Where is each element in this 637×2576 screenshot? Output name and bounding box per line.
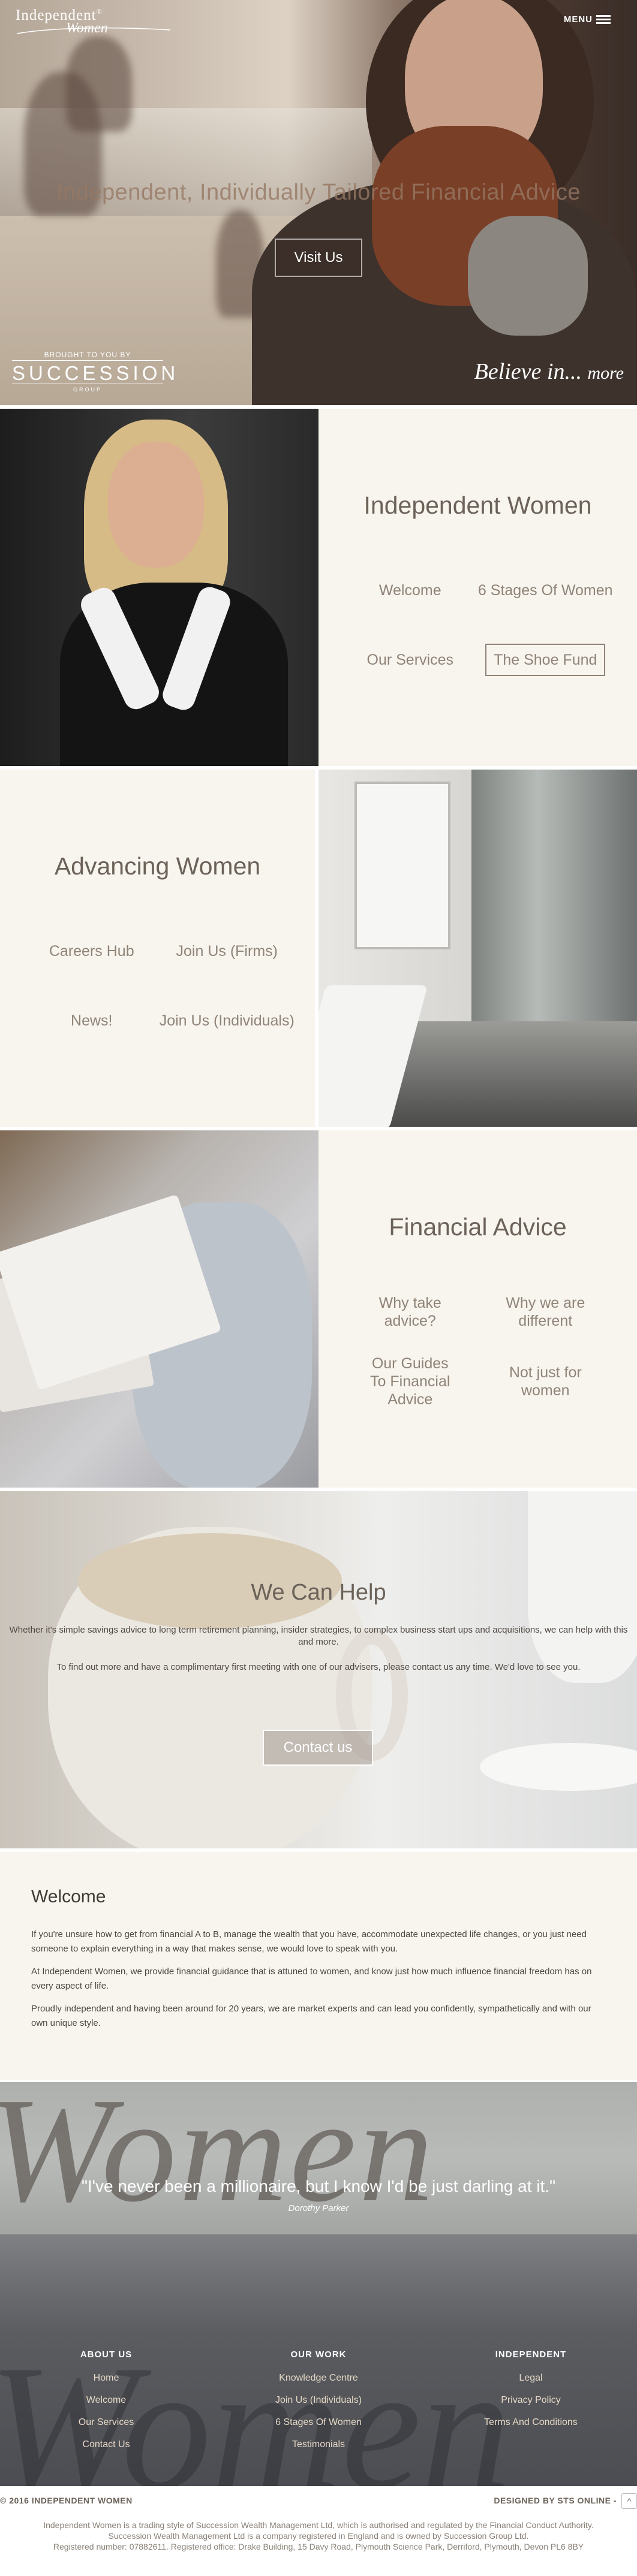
hamburger-icon[interactable] [596, 15, 611, 25]
link-why-take-advice[interactable]: Why take advice? [342, 1277, 478, 1347]
footer-column-our-work: OUR WORK Knowledge Centre Join Us (Indiv… [212, 2349, 425, 2456]
footer-column-independent: INDEPENDENT Legal Privacy Policy Terms A… [425, 2349, 637, 2456]
footer-link-welcome[interactable]: Welcome [0, 2389, 212, 2411]
link-the-shoe-fund[interactable]: The Shoe Fund [478, 625, 614, 695]
legal-line-1: Independent Women is a trading style of … [43, 2520, 594, 2530]
footer-columns: ABOUT US Home Welcome Our Services Conta… [0, 2349, 637, 2456]
succession-group-badge[interactable]: BROUGHT TO YOU BY SUCCESSION GROUP [12, 351, 179, 393]
financial-advice-links: Why take advice? Why we are different Ou… [342, 1277, 613, 1416]
bottom-bar: © 2016 INDEPENDENT WOMEN DESIGNED BY STS… [0, 2486, 637, 2576]
back-to-top-icon[interactable]: ^ [621, 2493, 637, 2509]
welcome-paragraph-3: Proudly independent and having been arou… [31, 2004, 591, 2028]
footer-heading-independent: INDEPENDENT [495, 2349, 567, 2360]
footer-link-6-stages[interactable]: 6 Stages Of Women [212, 2411, 425, 2433]
bottom-row: © 2016 INDEPENDENT WOMEN DESIGNED BY STS… [0, 2493, 637, 2510]
hero-scarf-grey [468, 216, 588, 336]
contact-us-button[interactable]: Contact us [263, 1730, 373, 1766]
footer-column-about: ABOUT US Home Welcome Our Services Conta… [0, 2349, 212, 2456]
footer-link-testimonials[interactable]: Testimonials [212, 2433, 425, 2456]
footer-link-contact-us[interactable]: Contact Us [0, 2433, 212, 2456]
page: Independent® Women MENU Independent, Ind… [0, 0, 637, 2576]
tagline: Believe in... more [474, 358, 624, 385]
hero-banner: Independent® Women MENU Independent, Ind… [0, 0, 637, 405]
welcome-paragraph-1: If you're unsure how to get from financi… [31, 1929, 587, 1954]
link-our-services[interactable]: Our Services [342, 625, 478, 695]
link-why-we-are-different[interactable]: Why we are different [478, 1277, 614, 1347]
visit-us-button[interactable]: Visit Us [275, 239, 362, 277]
legal-text: Independent Women is a trading style of … [0, 2520, 637, 2552]
we-can-help-section: We Can Help Whether it's simple savings … [0, 1491, 637, 1848]
tagline-believe: Believe in... [474, 359, 582, 384]
footer-link-join-us-individuals[interactable]: Join Us (Individuals) [212, 2389, 425, 2411]
site-logo[interactable]: Independent® Women [16, 7, 171, 37]
welcome-section: Welcome If you're unsure how to get from… [0, 1852, 637, 2080]
link-not-just-for-women[interactable]: Not just for women [478, 1347, 614, 1416]
footer-link-privacy-policy[interactable]: Privacy Policy [425, 2389, 637, 2411]
footer-navigation: Women ABOUT US Home Welcome Our Services… [0, 2234, 637, 2486]
menu-button[interactable]: MENU [564, 14, 593, 25]
welcome-title: Welcome [31, 1887, 106, 1907]
footer-heading-our-work: OUR WORK [290, 2349, 347, 2360]
tagline-more: more [587, 363, 624, 383]
independent-women-links: Welcome 6 Stages Of Women Our Services T… [342, 556, 613, 695]
logo-swoosh-icon [16, 27, 171, 34]
succession-brand: SUCCESSION [12, 362, 179, 384]
independent-women-title: Independent Women [363, 491, 592, 519]
welcome-paragraph-2: At Independent Women, we provide financi… [31, 1966, 592, 1991]
we-can-help-title: We Can Help [251, 1580, 386, 1605]
link-welcome[interactable]: Welcome [342, 556, 478, 625]
portrait-image [0, 409, 318, 766]
financial-advice-panel: Financial Advice Why take advice? Why we… [318, 1130, 637, 1488]
designed-by-link[interactable]: DESIGNED BY STS ONLINE - [494, 2496, 617, 2505]
financial-advice-title: Financial Advice [389, 1213, 567, 1241]
footer-link-knowledge-centre[interactable]: Knowledge Centre [212, 2367, 425, 2389]
footer-heading-about: ABOUT US [80, 2349, 133, 2360]
independent-women-section: Independent Women Welcome 6 Stages Of Wo… [0, 409, 637, 766]
quote-text: "I've never been a millionaire, but I kn… [81, 2177, 556, 2195]
book-reading-image [0, 1130, 318, 1488]
independent-women-panel: Independent Women Welcome 6 Stages Of Wo… [318, 409, 637, 766]
advancing-women-title: Advancing Women [54, 852, 261, 880]
legal-line-3: Registered number: 07882611. Registered … [53, 2542, 584, 2551]
financial-advice-section: Financial Advice Why take advice? Why we… [0, 1130, 637, 1488]
footer-link-our-services[interactable]: Our Services [0, 2411, 212, 2433]
hero-title: Independent, Individually Tailored Finan… [56, 180, 581, 205]
link-join-us-individuals[interactable]: Join Us (Individuals) [160, 986, 295, 1055]
help-paragraph-2: To find out more and have a complimentar… [56, 1662, 581, 1672]
badge-divider [12, 360, 163, 361]
copyright: © 2016 INDEPENDENT WOMEN [0, 2496, 133, 2505]
footer-link-terms[interactable]: Terms And Conditions [425, 2411, 637, 2433]
help-paragraph-1: Whether it's simple savings advice to lo… [9, 1625, 628, 1647]
legal-line-2: Succession Wealth Management Ltd is a co… [108, 2531, 529, 2541]
hero-blurred-child [66, 36, 132, 132]
brought-to-you-label: BROUGHT TO YOU BY [44, 351, 131, 359]
footer-link-home[interactable]: Home [0, 2367, 212, 2389]
logo-registered-mark: ® [96, 7, 103, 16]
footer-link-legal[interactable]: Legal [425, 2367, 637, 2389]
advancing-women-section: Advancing Women Careers Hub Join Us (Fir… [0, 770, 637, 1127]
link-news[interactable]: News! [24, 986, 160, 1055]
advancing-women-panel: Advancing Women Careers Hub Join Us (Fir… [0, 770, 318, 1127]
advancing-women-links: Careers Hub Join Us (Firms) News! Join U… [24, 916, 295, 1055]
quote-author: Dorothy Parker [288, 2203, 349, 2213]
link-our-guides[interactable]: Our Guides To Financial Advice [342, 1347, 478, 1416]
link-join-us-firms[interactable]: Join Us (Firms) [160, 916, 295, 986]
group-label: GROUP [73, 387, 102, 393]
link-6-stages-of-women[interactable]: 6 Stages Of Women [478, 556, 614, 625]
quote-banner: Women "I've never been a millionaire, bu… [0, 2082, 637, 2234]
office-image [318, 770, 637, 1127]
link-careers-hub[interactable]: Careers Hub [24, 916, 160, 986]
saucer [480, 1743, 637, 1791]
shoe-fund-label: The Shoe Fund [485, 644, 606, 676]
